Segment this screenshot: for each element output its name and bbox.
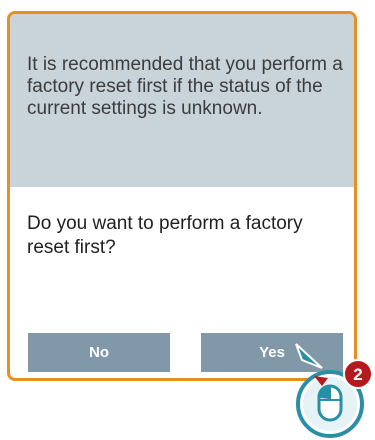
callout-pointer [295, 343, 323, 369]
factory-reset-dialog: It is recommended that you perform a fac… [7, 11, 357, 381]
question-text: Do you want to perform a factory reset f… [27, 213, 303, 258]
step-number: 2 [353, 365, 362, 384]
info-panel: It is recommended that you perform a fac… [10, 14, 354, 187]
click-annotation: 2 [295, 343, 373, 438]
step-badge: 2 [343, 359, 373, 389]
no-button[interactable]: No [28, 333, 170, 372]
info-text: It is recommended that you perform a fac… [27, 54, 343, 119]
